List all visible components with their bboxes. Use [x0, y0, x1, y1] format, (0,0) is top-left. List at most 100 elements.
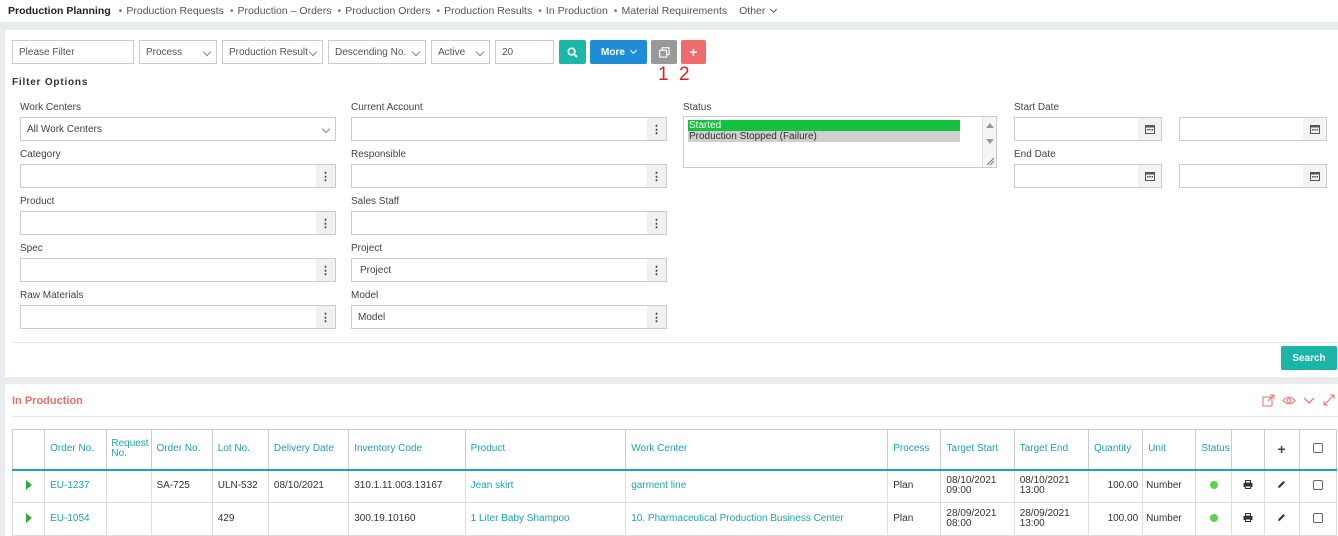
calendar-icon[interactable]: [1138, 117, 1162, 141]
edit-icon[interactable]: [1263, 502, 1300, 536]
nav-production-requests[interactable]: Production Requests: [126, 5, 223, 17]
col-process[interactable]: Process: [887, 429, 942, 471]
end-date-to-input[interactable]: [1179, 164, 1304, 188]
calendar-icon[interactable]: [1138, 164, 1162, 188]
work-center-link[interactable]: garment line: [625, 469, 889, 503]
annotation-1: 1: [658, 64, 669, 85]
order-no-link[interactable]: EU-1054: [44, 502, 108, 536]
calendar-icon[interactable]: [1303, 117, 1327, 141]
project-more-icon[interactable]: ⋮: [647, 258, 667, 282]
filter-panel: Please Filter Process Production Result …: [5, 30, 1338, 377]
spec-field[interactable]: [20, 258, 317, 282]
search-icon-button[interactable]: [559, 40, 586, 64]
chevron-down-icon[interactable]: [1303, 396, 1315, 405]
col-quantity[interactable]: Quantity: [1087, 429, 1144, 471]
col-order-no[interactable]: Order No.: [44, 429, 108, 471]
start-date-from-input[interactable]: [1014, 117, 1139, 141]
category-field[interactable]: [20, 164, 317, 188]
work-centers-select[interactable]: All Work Centers: [20, 117, 336, 141]
nav-production-orders[interactable]: Production Orders: [345, 5, 430, 17]
nav-material-requirements[interactable]: Material Requirements: [621, 5, 727, 17]
expand-row-icon[interactable]: [11, 502, 46, 536]
nav-in-production[interactable]: In Production: [546, 5, 608, 17]
raw-materials-field[interactable]: [20, 305, 317, 329]
target-end-time: 13:00: [1019, 518, 1045, 529]
start-date-to-input[interactable]: [1179, 117, 1304, 141]
model-label: Model: [351, 290, 379, 301]
col-request-no[interactable]: Request No.: [106, 429, 152, 471]
col-delivery-date[interactable]: Delivery Date: [267, 429, 350, 471]
target-start-cell: 08/10/2021 09:00: [940, 469, 1015, 503]
select-all-checkbox[interactable]: [1298, 429, 1338, 471]
work-center-link[interactable]: 10. Pharmaceutical Production Business C…: [625, 502, 889, 536]
scroll-down-icon[interactable]: [986, 139, 994, 144]
edit-icon[interactable]: [1263, 469, 1300, 503]
current-account-more-icon[interactable]: ⋮: [647, 117, 667, 141]
page-size-input[interactable]: 20: [495, 40, 554, 64]
copy-button[interactable]: [651, 40, 677, 64]
model-more-icon[interactable]: ⋮: [647, 305, 667, 329]
search-button[interactable]: Search: [1281, 346, 1337, 370]
status-scrollbar[interactable]: [982, 117, 996, 167]
table-row[interactable]: EU-1237 SA-725 ULN-532 08/10/2021 310.1.…: [11, 469, 1338, 503]
project-field[interactable]: Project: [351, 258, 648, 282]
model-field[interactable]: Model: [351, 305, 648, 329]
product-field[interactable]: [20, 211, 317, 235]
print-icon[interactable]: [1231, 469, 1265, 503]
end-date-from-input[interactable]: [1014, 164, 1139, 188]
nav-production-planning[interactable]: Production Planning: [8, 5, 111, 17]
status-option-stopped[interactable]: Production Stopped (Failure): [688, 131, 960, 142]
more-button[interactable]: More: [590, 40, 647, 64]
expand-row-icon[interactable]: [11, 469, 46, 503]
raw-materials-more-icon[interactable]: ⋮: [316, 305, 336, 329]
current-account-field[interactable]: [351, 117, 648, 141]
sort-select[interactable]: Descending No.: [328, 40, 426, 64]
col-work-center[interactable]: Work Center: [625, 429, 889, 471]
col-status[interactable]: Status: [1195, 429, 1233, 471]
col-target-end[interactable]: Target End: [1013, 429, 1089, 471]
quantity-cell: 100.00: [1087, 469, 1144, 503]
sales-staff-more-icon[interactable]: ⋮: [647, 211, 667, 235]
expand-icon[interactable]: [1323, 394, 1335, 406]
col-order-no-2[interactable]: Order No.: [150, 429, 213, 471]
category-more-icon[interactable]: ⋮: [316, 164, 336, 188]
production-result-select[interactable]: Production Result: [222, 40, 323, 64]
product-link[interactable]: Jean skirt: [464, 469, 627, 503]
product-link[interactable]: 1 Liter Baby Shampoo: [464, 502, 627, 536]
scroll-up-icon[interactable]: [986, 123, 994, 128]
nav-other[interactable]: Other: [739, 5, 778, 17]
add-button[interactable]: +: [681, 40, 706, 64]
status-option-started[interactable]: Started: [688, 120, 960, 131]
sales-staff-field[interactable]: [351, 211, 648, 235]
add-row-icon[interactable]: +: [1263, 429, 1300, 471]
table-row[interactable]: EU-1054 429 300.19.10160 1 Liter Baby Sh…: [11, 502, 1338, 536]
responsible-more-icon[interactable]: ⋮: [647, 164, 667, 188]
raw-materials-label: Raw Materials: [20, 290, 84, 301]
plus-icon: +: [689, 44, 698, 60]
request-no-cell: [106, 502, 152, 536]
nav-production-results[interactable]: Production Results: [444, 5, 532, 17]
active-select[interactable]: Active: [431, 40, 490, 64]
process-select[interactable]: Process: [139, 40, 217, 64]
filter-input[interactable]: Please Filter: [12, 40, 134, 64]
responsible-field[interactable]: [351, 164, 648, 188]
calendar-icon[interactable]: [1303, 164, 1327, 188]
divider: [12, 342, 1338, 343]
order-no-link[interactable]: EU-1237: [44, 469, 108, 503]
col-unit[interactable]: Unit: [1142, 429, 1197, 471]
row-checkbox[interactable]: [1298, 469, 1338, 503]
col-lot-no[interactable]: Lot No.: [211, 429, 269, 471]
export-icon[interactable]: [1262, 394, 1275, 407]
print-icon[interactable]: [1231, 502, 1265, 536]
product-more-icon[interactable]: ⋮: [316, 211, 336, 235]
col-inventory-code[interactable]: Inventory Code: [348, 429, 466, 471]
spec-more-icon[interactable]: ⋮: [316, 258, 336, 282]
eye-icon[interactable]: [1282, 395, 1296, 406]
status-multiselect[interactable]: Started Production Stopped (Failure): [683, 116, 997, 168]
col-product[interactable]: Product: [464, 429, 627, 471]
resize-handle-icon[interactable]: [985, 156, 995, 166]
status-dot: [1195, 502, 1233, 536]
col-target-start[interactable]: Target Start: [940, 429, 1015, 471]
nav-production-orders-dash[interactable]: Production – Orders: [238, 5, 332, 17]
row-checkbox[interactable]: [1298, 502, 1338, 536]
